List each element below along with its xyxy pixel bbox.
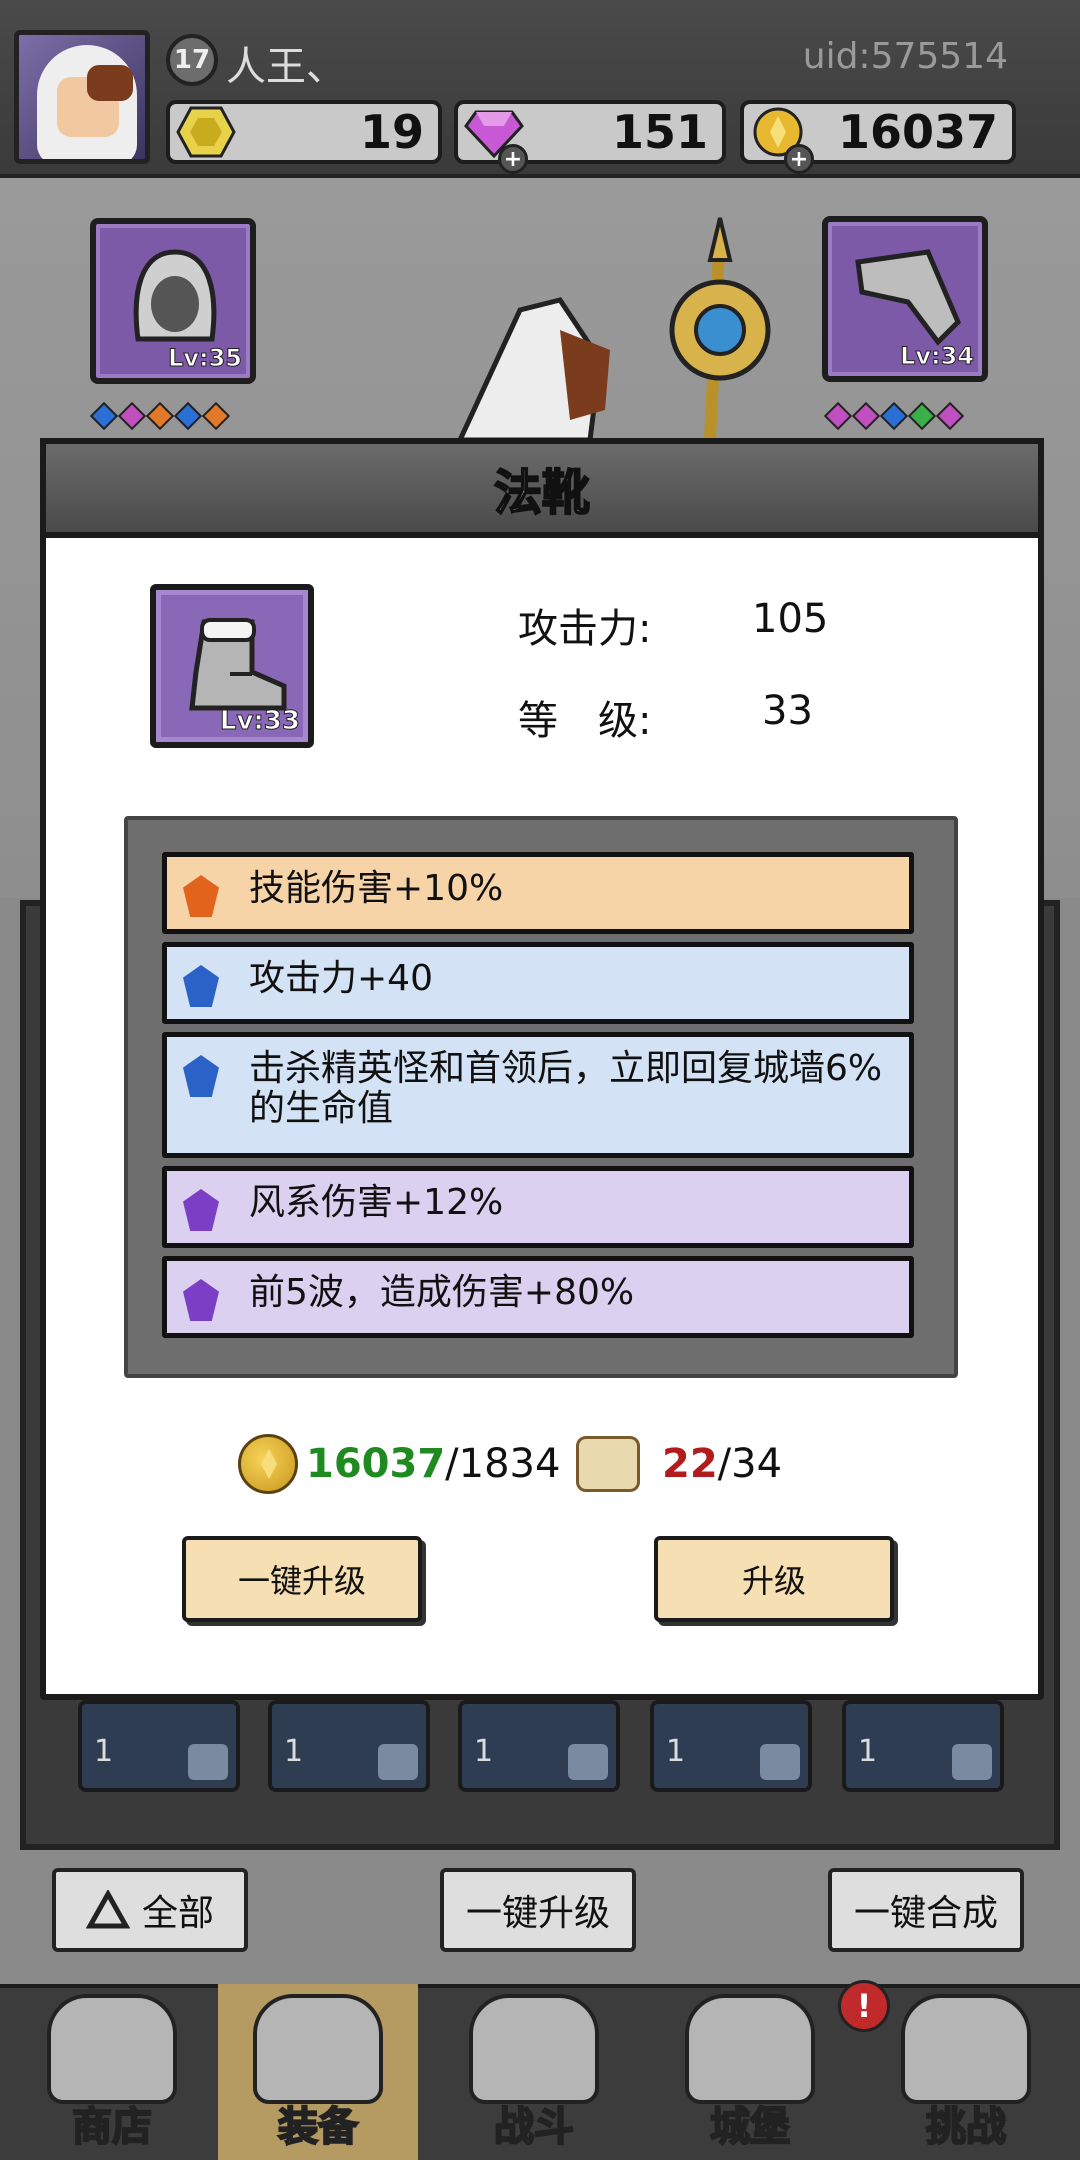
triangle-filter-icon <box>85 1890 130 1929</box>
hero-character-art <box>457 217 771 440</box>
player-level-badge: 17 <box>166 34 218 86</box>
blue-gem-icon <box>183 1055 219 1097</box>
hexagon-gem-count: 19 <box>359 105 424 159</box>
nav-castle[interactable]: 城堡 <box>650 1984 850 2160</box>
affix-row: 风系伤害+12% <box>162 1166 914 1248</box>
inventory-cell[interactable]: 1 <box>78 1700 240 1792</box>
upgrade-button[interactable]: 升级 <box>654 1536 894 1622</box>
inventory-cell[interactable]: 1 <box>458 1700 620 1792</box>
auto-upgrade-button[interactable]: 一键升级 <box>182 1536 422 1622</box>
player-avatar[interactable] <box>14 30 150 164</box>
add-gold-button[interactable]: + <box>784 144 814 174</box>
shield-icon <box>901 1994 1031 2104</box>
sleeve-icon <box>855 249 961 346</box>
resource-diamond: + 151 <box>454 100 726 174</box>
left-gem-row <box>89 401 231 431</box>
stat-level-value: 33 <box>762 688 813 734</box>
hammer-icon <box>760 1744 800 1780</box>
equip-slot-hood[interactable]: Lv:35 <box>90 218 256 384</box>
castle-alert-badge: ! <box>838 1980 890 2032</box>
scroll-have: 22 <box>662 1441 718 1487</box>
sleeve-icon <box>188 1744 228 1780</box>
gold-have: 16037 <box>306 1441 446 1487</box>
filter-all-button[interactable]: 全部 <box>52 1868 248 1952</box>
gold-count: 16037 <box>837 105 998 159</box>
scroll-cost: 22 /34 <box>576 1432 782 1496</box>
stat-attack-label: 攻击力: <box>518 606 652 652</box>
hat-icon <box>952 1744 992 1780</box>
gold-need: /1834 <box>445 1441 561 1487</box>
boot-icon <box>378 1744 418 1780</box>
orange-gem-icon <box>183 875 219 917</box>
affix-row: 击杀精英怪和首领后，立即回复城墙6%的生命值 <box>162 1032 914 1158</box>
item-level-label: Lv:33 <box>219 706 300 737</box>
resource-hexagon-gem: 19 <box>166 100 442 164</box>
nav-shop[interactable]: 商店 <box>12 1984 212 2160</box>
nav-equipment[interactable]: 装备 <box>218 1984 418 2160</box>
affix-row: 技能伤害+10% <box>162 852 914 934</box>
inventory-cell[interactable]: 1 <box>268 1700 430 1792</box>
add-diamond-button[interactable]: + <box>498 144 528 174</box>
nav-battle[interactable]: 战斗 <box>434 1984 634 2160</box>
auto-upgrade-all-button[interactable]: 一键升级 <box>440 1868 636 1952</box>
auto-merge-button[interactable]: 一键合成 <box>828 1868 1024 1952</box>
item-icon-slot: Lv:33 <box>150 584 314 748</box>
hood-icon <box>133 249 217 342</box>
diamond-count: 151 <box>611 105 708 159</box>
gold-coin-icon <box>238 1434 298 1494</box>
modal-header: 法靴 <box>40 438 1044 538</box>
resource-gold: + 16037 <box>740 100 1016 174</box>
crossed-swords-icon <box>469 1994 599 2104</box>
boot-icon <box>568 1744 608 1780</box>
hexagon-gem-icon <box>176 106 236 158</box>
affix-row: 前5波，造成伤害+80% <box>162 1256 914 1338</box>
purple-gem-icon <box>183 1279 219 1321</box>
equip-slot-level: Lv:35 <box>168 344 243 373</box>
blue-gem-icon <box>183 965 219 1007</box>
modal-title: 法靴 <box>493 464 591 522</box>
scroll-icon <box>576 1436 640 1492</box>
stat-level-label: 等 级: <box>518 698 652 744</box>
nav-challenge[interactable]: 挑战 <box>866 1984 1066 2160</box>
right-gem-row <box>823 401 965 431</box>
castle-icon <box>685 1994 815 2104</box>
affix-row: 攻击力+40 <box>162 942 914 1024</box>
player-uid: uid:575514 <box>802 36 1008 77</box>
inventory-cell[interactable]: 1 <box>650 1700 812 1792</box>
inventory-cell[interactable]: 1 <box>842 1700 1004 1792</box>
stat-attack-value: 105 <box>752 596 829 642</box>
equip-slot-level: Lv:34 <box>900 342 975 371</box>
purple-gem-icon <box>183 1189 219 1231</box>
backpack-icon <box>253 1994 383 2104</box>
scroll-need: /34 <box>717 1441 783 1487</box>
gold-cost: 16037 /1834 <box>238 1432 560 1496</box>
player-name: 人王、 <box>226 44 346 90</box>
equip-slot-sleeve[interactable]: Lv:34 <box>822 216 988 382</box>
shop-icon <box>47 1994 177 2104</box>
